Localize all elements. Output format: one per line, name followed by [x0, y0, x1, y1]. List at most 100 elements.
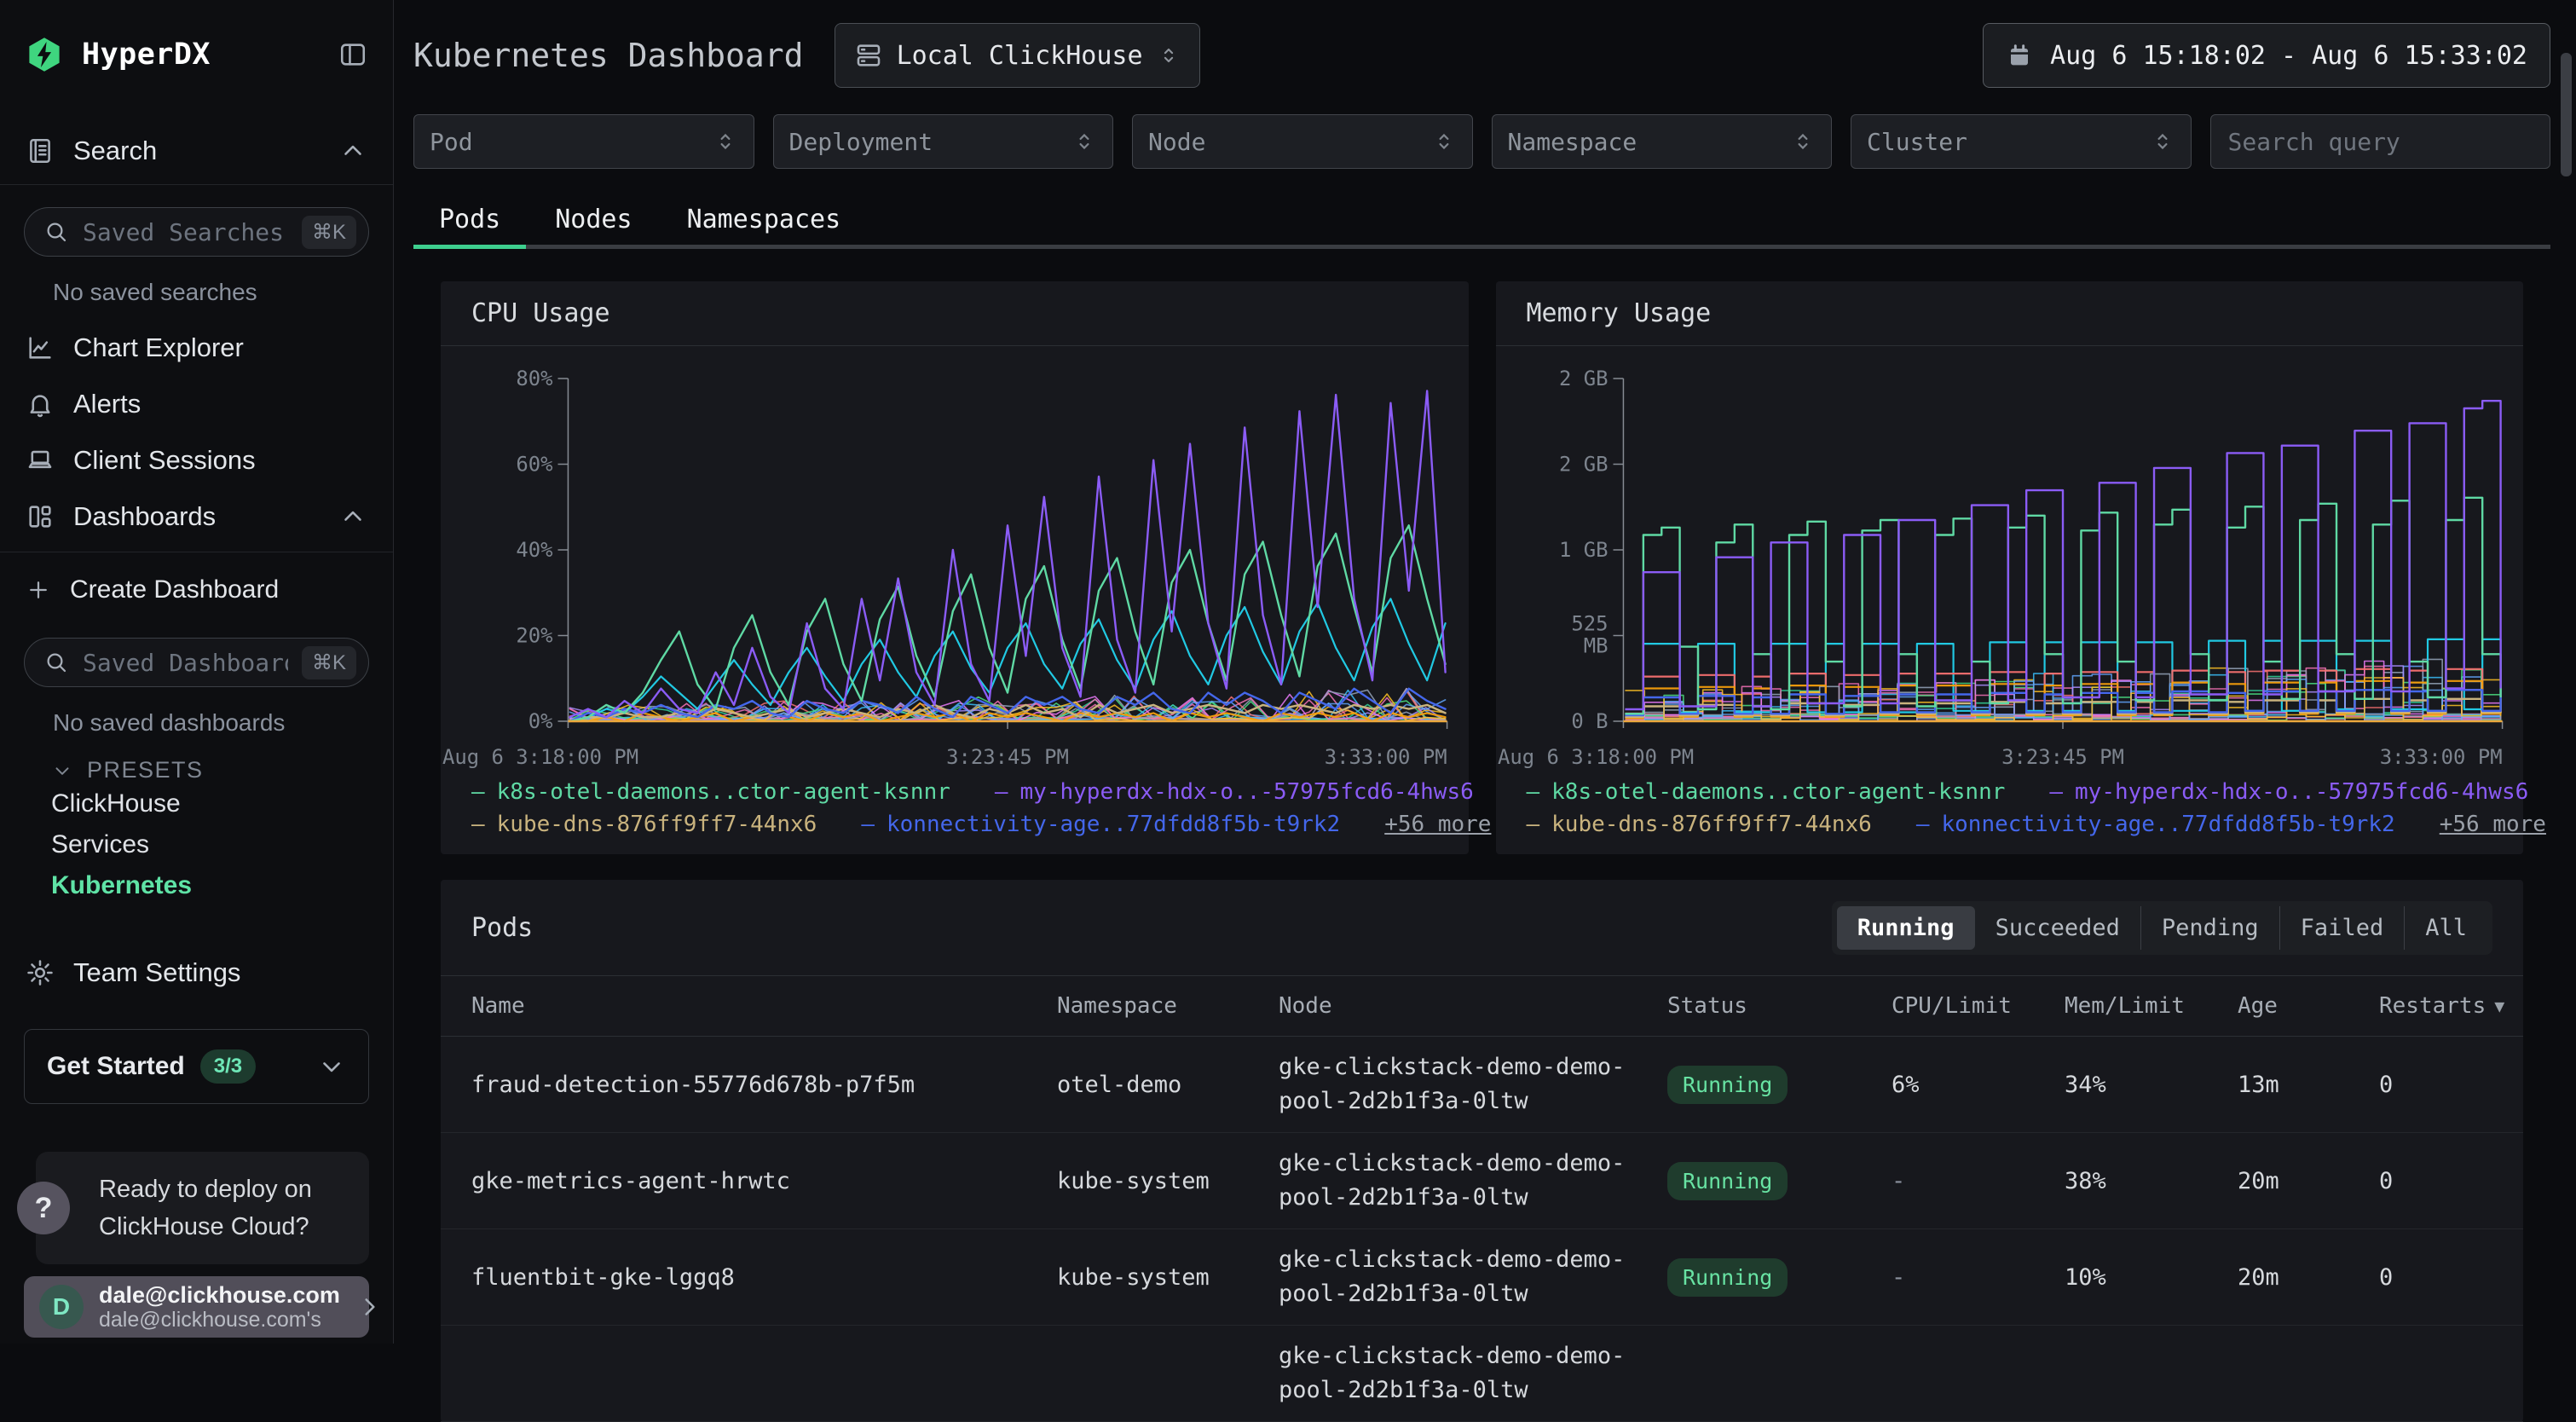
column-header-age[interactable]: Age: [2238, 993, 2379, 1019]
active-tab-indicator: [413, 245, 526, 249]
cell-name: fluentbit-gke-lggq8: [471, 1264, 1057, 1291]
legend-item[interactable]: —k8s-otel-daemons..ctor-agent-ksnnr: [471, 779, 950, 805]
status-filter-all[interactable]: All: [2404, 906, 2487, 950]
vertical-scrollbar-thumb[interactable]: [2561, 53, 2572, 176]
node-line: pool-2d2b1f3a-0ltw: [1279, 1084, 1667, 1119]
cell-restarts: 0: [2379, 1168, 2492, 1194]
sidebar-item-chart-explorer[interactable]: Chart Explorer: [0, 320, 393, 376]
svg-text:3:33:00 PM: 3:33:00 PM: [1325, 745, 1447, 769]
presets-toggle[interactable]: PRESETS: [51, 757, 393, 783]
legend-item[interactable]: —kube-dns-876ff9ff7-44nx6: [471, 812, 817, 837]
legend-swatch: —: [1527, 812, 1540, 837]
svg-text:Aug 6 3:18:00 PM: Aug 6 3:18:00 PM: [1497, 745, 1693, 769]
status-filter-running[interactable]: Running: [1837, 906, 1975, 950]
column-header-cpu-limit[interactable]: CPU/Limit: [1892, 993, 2065, 1019]
sidebar-item-kubernetes[interactable]: Kubernetes: [51, 865, 393, 906]
legend-swatch: —: [471, 812, 485, 837]
filter-namespace-select[interactable]: Namespace: [1492, 114, 1833, 169]
cell-status: Running: [1667, 1258, 1892, 1297]
cell-namespace: kube-system: [1057, 1264, 1279, 1291]
sidebar-item-services[interactable]: Services: [51, 824, 393, 865]
legend-row: —k8s-otel-daemons..ctor-agent-ksnnr—my-h…: [1496, 779, 2524, 805]
updown-chevron-icon: [1157, 43, 1181, 67]
legend-swatch: —: [1916, 812, 1930, 837]
status-filter-group: RunningSucceededPendingFailedAll: [1832, 901, 2492, 955]
legend-item[interactable]: —k8s-otel-daemons..ctor-agent-ksnnr: [1527, 779, 2006, 805]
cell-cpu-limit: -: [1892, 1264, 2065, 1291]
cell-node: gke-clickstack-demo-demo-pool-2d2b1f3a-0…: [1279, 1243, 1667, 1311]
table-row[interactable]: fraud-detection-55776d678b-p7f5motel-dem…: [441, 1037, 2523, 1133]
tab-namespaces[interactable]: Namespaces: [687, 205, 841, 234]
column-header-node[interactable]: Node: [1279, 993, 1667, 1019]
cloud-promo-card[interactable]: ? Ready to deploy on ClickHouse Cloud?: [36, 1152, 369, 1264]
help-icon[interactable]: ?: [17, 1182, 70, 1234]
filter-node-select[interactable]: Node: [1132, 114, 1473, 169]
legend-item[interactable]: —konnectivity-age..77dfdd8f5b-t9rk2: [861, 812, 1340, 837]
filter-deployment-select[interactable]: Deployment: [773, 114, 1114, 169]
cell-namespace: otel-demo: [1057, 1072, 1279, 1098]
legend-item[interactable]: —kube-dns-876ff9ff7-44nx6: [1527, 812, 1872, 837]
sidebar-item-client-sessions[interactable]: Client Sessions: [0, 432, 393, 488]
cell-age: 13m: [2238, 1072, 2379, 1098]
sidebar-collapse-button[interactable]: [338, 40, 367, 69]
table-row[interactable]: gke-clickstack-demo-demo-pool-2d2b1f3a-0…: [441, 1326, 2523, 1422]
time-range-picker[interactable]: Aug 6 15:18:02 - Aug 6 15:33:02: [1983, 23, 2550, 88]
status-filter-succeeded[interactable]: Succeeded: [1975, 906, 2140, 950]
updown-chevron-icon: [2150, 129, 2175, 154]
sidebar-item-search[interactable]: Search: [0, 124, 393, 177]
table-row[interactable]: gke-metrics-agent-hrwtckube-systemgke-cl…: [441, 1133, 2523, 1229]
cell-cpu-limit: -: [1892, 1168, 2065, 1194]
filter-pod-select[interactable]: Pod: [413, 114, 754, 169]
tab-pods[interactable]: Pods: [439, 205, 500, 234]
filter-cluster-select[interactable]: Cluster: [1851, 114, 2192, 169]
svg-text:80%: 80%: [516, 367, 553, 390]
legend-more-link[interactable]: +56 more: [2440, 812, 2546, 837]
column-header-name[interactable]: Name: [471, 993, 1057, 1019]
nav-item-label: Dashboards: [73, 501, 216, 532]
updown-chevron-icon: [1790, 129, 1816, 154]
column-header-label: CPU/Limit: [1892, 993, 2012, 1019]
sidebar-item-clickhouse[interactable]: ClickHouse: [51, 783, 393, 824]
user-subtitle: dale@clickhouse.com's: [99, 1308, 340, 1332]
legend-item[interactable]: —my-hyperdx-hdx-o..-57975fcd6-4hws6: [995, 779, 1474, 805]
legend-row: —kube-dns-876ff9ff7-44nx6 —konnectivity-a…: [441, 812, 1469, 837]
svg-text:3:33:00 PM: 3:33:00 PM: [2379, 745, 2502, 769]
get-started-progress-badge: 3/3: [200, 1049, 256, 1084]
chart-line-icon: [26, 333, 55, 362]
preset-label: ClickHouse: [51, 789, 181, 818]
shortcut-badge: ⌘K: [302, 646, 356, 679]
sidebar-item-alerts[interactable]: Alerts: [0, 376, 393, 432]
sidebar-item-team-settings[interactable]: Team Settings: [0, 954, 393, 991]
create-dashboard-button[interactable]: Create Dashboard: [0, 564, 393, 616]
user-menu[interactable]: D dale@clickhouse.com dale@clickhouse.co…: [24, 1276, 369, 1338]
tab-nodes[interactable]: Nodes: [555, 205, 632, 234]
saved-dashboards-field[interactable]: [81, 648, 290, 678]
preset-label: Services: [51, 830, 149, 859]
cell-mem-limit: 34%: [2065, 1072, 2238, 1098]
avatar: D: [39, 1285, 84, 1329]
column-header-mem-limit[interactable]: Mem/Limit: [2065, 993, 2238, 1019]
datasource-select[interactable]: Local ClickHouse: [835, 23, 1200, 88]
status-filter-failed[interactable]: Failed: [2279, 906, 2405, 950]
column-header-label: Age: [2238, 993, 2278, 1019]
legend-item[interactable]: —konnectivity-age..77dfdd8f5b-t9rk2: [1916, 812, 2395, 837]
no-saved-dashboards-text: No saved dashboards: [53, 709, 393, 737]
legend-more-link[interactable]: +56 more: [1384, 812, 1491, 837]
chevron-up-icon: [338, 502, 367, 531]
status-filter-pending[interactable]: Pending: [2140, 906, 2279, 950]
dashboard-area: CPU Usage 80%60%40%20%0%Aug 6 3:18:00 PM…: [441, 281, 2523, 1422]
saved-searches-field[interactable]: [81, 217, 290, 247]
column-header-restarts[interactable]: Restarts▼: [2379, 993, 2504, 1019]
journal-icon: [26, 136, 55, 165]
column-header-status[interactable]: Status: [1667, 993, 1892, 1019]
sidebar-item-dashboards[interactable]: Dashboards: [0, 488, 393, 545]
table-header-row: NameNamespace NodeStatusCPU/Limit Mem/Limi…: [441, 975, 2523, 1037]
column-header-label: Namespace: [1057, 993, 1177, 1019]
cell-namespace: kube-system: [1057, 1168, 1279, 1194]
get-started-button[interactable]: Get Started 3/3: [24, 1029, 369, 1104]
search-query-input[interactable]: [2227, 127, 2535, 157]
table-row[interactable]: fluentbit-gke-lggq8kube-systemgke-clicks…: [441, 1229, 2523, 1326]
column-header-namespace[interactable]: Namespace: [1057, 993, 1279, 1019]
filter-label: Cluster: [1867, 128, 1967, 156]
legend-item[interactable]: —my-hyperdx-hdx-o..-57975fcd6-4hws6: [2049, 779, 2528, 805]
